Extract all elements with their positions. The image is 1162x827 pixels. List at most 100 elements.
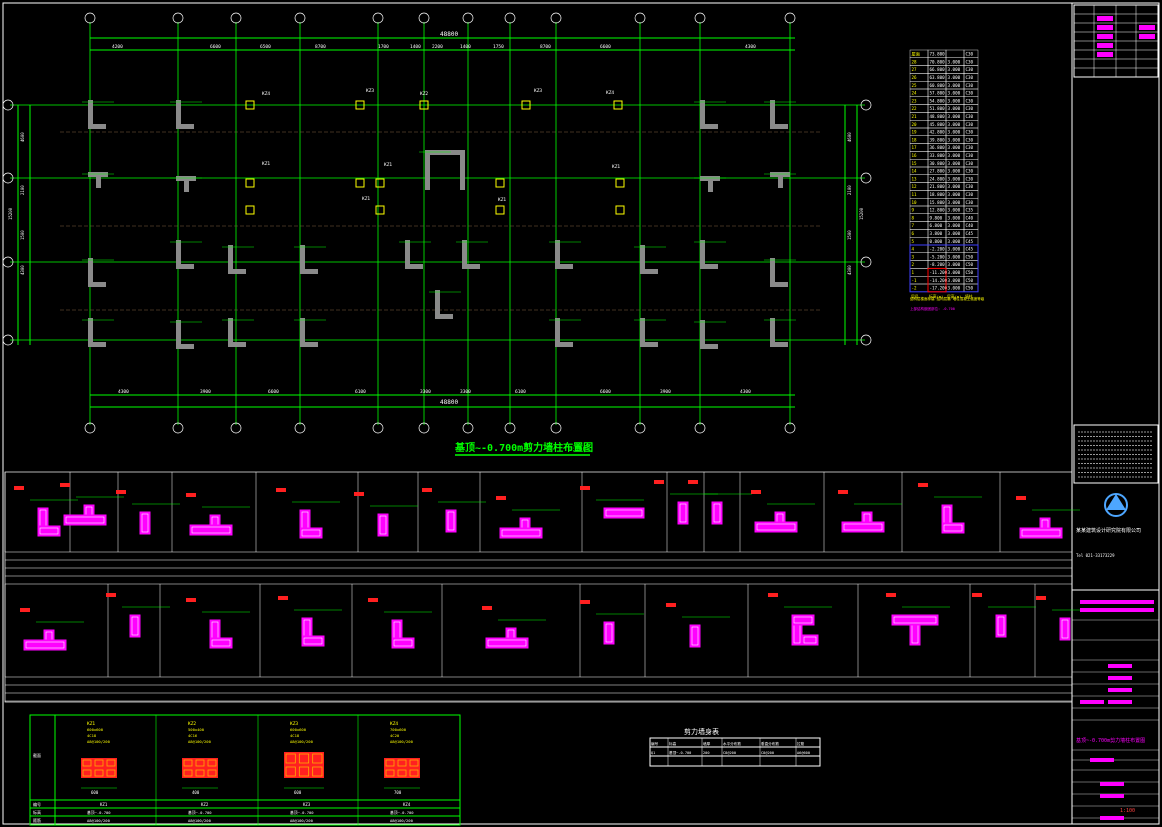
section-label xyxy=(276,488,286,492)
dim-text-top: 1400 xyxy=(460,44,471,50)
company-name: 某某建筑设计研究院有限公司 xyxy=(1076,527,1141,534)
column-stirrup: A8@100/200 xyxy=(390,739,414,744)
floor-table-text: 57.800 xyxy=(930,91,946,96)
dim-text-left: 4300 xyxy=(20,265,25,275)
floor-table-text: 70.800 xyxy=(930,59,946,64)
dim-text-bottom: 3300 xyxy=(460,389,471,395)
floor-table-text: 48.800 xyxy=(930,114,946,119)
section-label xyxy=(14,486,24,490)
title-block-scale: 1:100 xyxy=(1120,808,1135,814)
column-stirrup-row: A8@100/200 xyxy=(290,818,314,823)
wall-table-header: 编号 xyxy=(651,741,659,746)
column-concrete xyxy=(384,758,420,778)
floor-table-text: 3.000 xyxy=(948,67,961,72)
rebar-block xyxy=(1059,617,1071,641)
column-tag: KZ1 xyxy=(612,164,620,170)
section-label xyxy=(580,600,590,604)
floor-table-text: 27.800 xyxy=(930,169,946,174)
rebar-block xyxy=(499,527,543,539)
floor-table-text: 12 xyxy=(912,184,918,189)
wall-segment xyxy=(425,150,465,155)
floor-table-text: 3.000 xyxy=(948,231,961,236)
floor-table-text: C30 xyxy=(966,52,974,57)
section-label xyxy=(666,603,676,607)
column-tag: KZ3 xyxy=(366,88,374,94)
floor-table-text: C35 xyxy=(966,208,974,213)
column-level: 基顶~-0.700 xyxy=(290,810,314,815)
tb-signature xyxy=(1097,43,1113,48)
dim-text-right: 15200 xyxy=(859,207,864,220)
floor-table-text: -8.200 xyxy=(930,262,946,267)
tb-signature xyxy=(1139,34,1155,39)
wall-segment xyxy=(184,176,189,192)
floor-table-text: 39.800 xyxy=(930,137,946,142)
floor-table-text: 0.800 xyxy=(930,239,943,244)
dim-total-top: 48800 xyxy=(440,31,458,38)
wall-segment xyxy=(700,124,718,129)
dim-text-right: 1500 xyxy=(847,230,852,240)
section-label xyxy=(496,496,506,500)
floor-table-text: 11 xyxy=(912,192,918,197)
column-id-row: KZ3 xyxy=(303,802,311,807)
column-tag: KZ4 xyxy=(606,90,614,96)
plan-scale: 1:100 xyxy=(568,446,586,453)
wall-segment xyxy=(778,172,783,188)
rebar-block xyxy=(1019,527,1063,539)
wall-segment xyxy=(555,318,560,346)
floor-table-text: 3.800 xyxy=(930,231,943,236)
column-id-row: KZ1 xyxy=(100,802,108,807)
floor-table-text: 3.000 xyxy=(948,106,961,111)
column-width: 700 xyxy=(394,790,402,795)
floor-table-text: 73.800 xyxy=(930,52,946,57)
tb-signature xyxy=(1097,52,1113,57)
floor-table-text: C50 xyxy=(966,278,974,283)
dim-text-top: 6600 xyxy=(210,44,221,50)
wall-segment xyxy=(770,258,775,286)
floor-table-text: 3.000 xyxy=(948,286,961,291)
wall-segment xyxy=(700,320,705,348)
floor-table-text: C50 xyxy=(966,262,974,267)
column-stirrup: A8@100/200 xyxy=(87,739,111,744)
section-label xyxy=(1016,496,1026,500)
section-label xyxy=(972,593,982,597)
tb-signature xyxy=(1097,25,1113,30)
floor-table-text: 3.000 xyxy=(948,59,961,64)
floor-table-text: 26 xyxy=(912,75,918,80)
wall-segment xyxy=(300,269,318,274)
wall-segment xyxy=(640,269,658,274)
wall-segment xyxy=(435,290,440,318)
floor-table-text: C45 xyxy=(966,231,974,236)
column-tag: KZ2 xyxy=(420,91,428,97)
floor-table-note-2: 上部结构嵌固部位: -0.700 xyxy=(910,306,955,311)
floor-table-text: 45.800 xyxy=(930,122,946,127)
floor-table-text: 60.800 xyxy=(930,83,946,88)
section-label xyxy=(482,606,492,610)
floor-table-text: 3.000 xyxy=(948,262,961,267)
wall-segment xyxy=(770,124,788,129)
floor-table-text: C30 xyxy=(966,75,974,80)
floor-table-text: 24 xyxy=(912,91,918,96)
floor-table-text: 25 xyxy=(912,83,918,88)
title-block-drawing-name: 基顶~-0.700m剪力墙柱布置图 xyxy=(1076,737,1145,744)
floor-table-text: 3.000 xyxy=(948,114,961,119)
title-block-bar xyxy=(1080,608,1154,612)
dim-text-left: 4600 xyxy=(20,132,25,142)
floor-table-text: C30 xyxy=(966,114,974,119)
floor-table-text: 42.800 xyxy=(930,130,946,135)
dim-text-top: 8700 xyxy=(315,44,326,50)
floor-table-text: 36.800 xyxy=(930,145,946,150)
floor-table-text: -5.200 xyxy=(930,254,946,259)
wall-table-header: 墙厚 xyxy=(703,741,711,746)
floor-table-text: 3.000 xyxy=(948,137,961,142)
wall-segment xyxy=(770,100,775,128)
rebar-block xyxy=(754,521,798,533)
column-id-row: KZ2 xyxy=(201,802,209,807)
floor-table-text: C30 xyxy=(966,122,974,127)
dim-text-left: 2100 xyxy=(20,185,25,195)
floor-table-text: C45 xyxy=(966,239,974,244)
wall-segment xyxy=(462,240,467,268)
section-label xyxy=(20,608,30,612)
column-table-header-id: 编号 xyxy=(33,801,41,807)
floor-table-text: C30 xyxy=(966,91,974,96)
wall-segment xyxy=(555,342,573,347)
